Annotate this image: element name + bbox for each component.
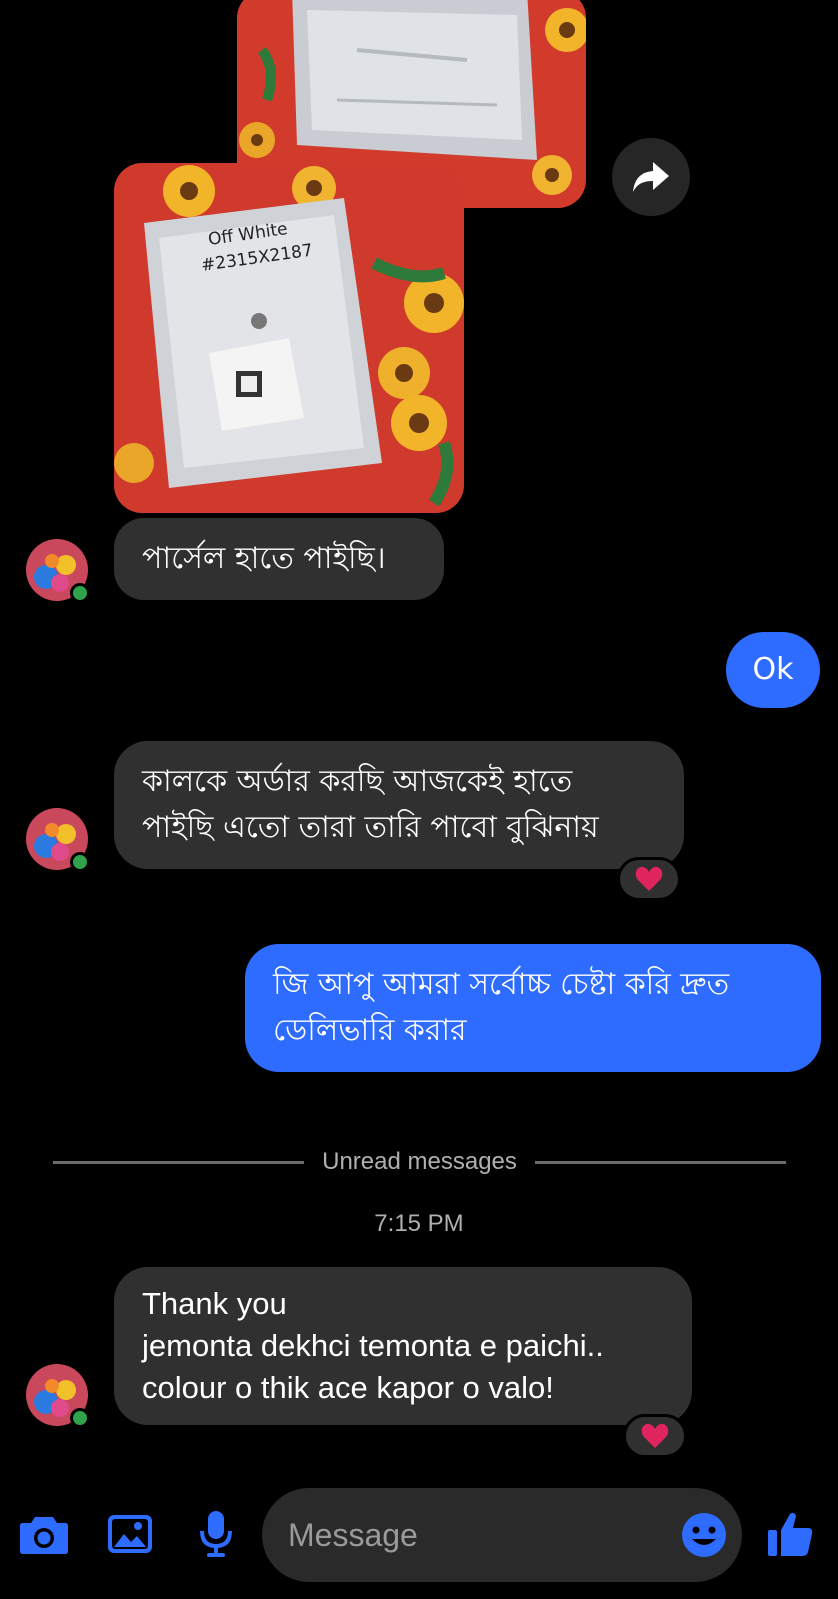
gallery-button[interactable] bbox=[104, 1508, 156, 1560]
message-input[interactable] bbox=[288, 1516, 648, 1554]
contact-avatar[interactable] bbox=[26, 808, 90, 872]
heart-icon bbox=[635, 866, 663, 891]
online-status-dot bbox=[70, 1408, 90, 1428]
microphone-icon bbox=[200, 1511, 232, 1557]
parcel-labeled-photo-image: Off White #2315X2187 bbox=[114, 163, 464, 513]
unread-label: Unread messages bbox=[322, 1148, 517, 1175]
message-bubble-outgoing[interactable]: জি আপু আমরা সর্বোচ্চ চেষ্টা করি দ্রুত ডে… bbox=[245, 944, 821, 1072]
message-input-container[interactable] bbox=[262, 1488, 742, 1582]
message-text-line: ডেলিভারি করার bbox=[273, 1013, 467, 1048]
message-bubble-incoming[interactable]: কালকে অর্ডার করছি আজকেই হাতে পাইছি এতো ত… bbox=[114, 741, 684, 869]
heart-reaction[interactable] bbox=[623, 1414, 687, 1458]
message-text-line: jemonta dekhci temonta e paichi.. bbox=[142, 1328, 604, 1363]
camera-icon bbox=[20, 1517, 68, 1554]
message-text-line: পাইছি এতো তারা তারি পাবো বুঝিনায় bbox=[142, 810, 599, 845]
photo-message-2[interactable]: Off White #2315X2187 bbox=[114, 163, 464, 513]
unread-messages-divider: Unread messages bbox=[53, 1145, 787, 1179]
camera-button[interactable] bbox=[18, 1508, 70, 1560]
heart-reaction[interactable] bbox=[617, 857, 681, 901]
contact-avatar[interactable] bbox=[26, 539, 90, 603]
message-text: পার্সেল হাতে পাইছি। bbox=[142, 541, 386, 576]
emoji-button[interactable] bbox=[680, 1511, 728, 1559]
thumbs-up-button[interactable] bbox=[762, 1508, 818, 1560]
message-bubble-incoming[interactable]: পার্সেল হাতে পাইছি। bbox=[114, 518, 444, 600]
forward-share-button[interactable] bbox=[612, 138, 690, 216]
heart-icon bbox=[641, 1423, 669, 1448]
gallery-icon bbox=[108, 1515, 152, 1553]
voice-record-button[interactable] bbox=[190, 1508, 242, 1560]
message-text: Ok bbox=[752, 652, 794, 687]
message-bubble-outgoing[interactable]: Ok bbox=[726, 632, 820, 708]
message-timestamp: 7:15 PM bbox=[374, 1210, 464, 1237]
divider-line bbox=[53, 1160, 305, 1164]
message-text-line: কালকে অর্ডার করছি আজকেই হাতে bbox=[142, 764, 573, 799]
share-arrow-icon bbox=[633, 162, 669, 192]
online-status-dot bbox=[70, 852, 90, 872]
message-text-line: Thank you bbox=[142, 1286, 287, 1321]
message-bubble-incoming[interactable]: Thank you jemonta dekhci temonta e paich… bbox=[114, 1267, 692, 1425]
message-text-line: colour o thik ace kapor o valo! bbox=[142, 1370, 554, 1405]
message-composer bbox=[0, 1480, 838, 1590]
online-status-dot bbox=[70, 583, 90, 603]
thumbs-up-icon bbox=[768, 1512, 813, 1556]
contact-avatar[interactable] bbox=[26, 1364, 90, 1428]
divider-line bbox=[534, 1160, 787, 1164]
message-text-line: জি আপু আমরা সর্বোচ্চ চেষ্টা করি দ্রুত bbox=[273, 967, 730, 1002]
emoji-icon bbox=[682, 1513, 726, 1557]
